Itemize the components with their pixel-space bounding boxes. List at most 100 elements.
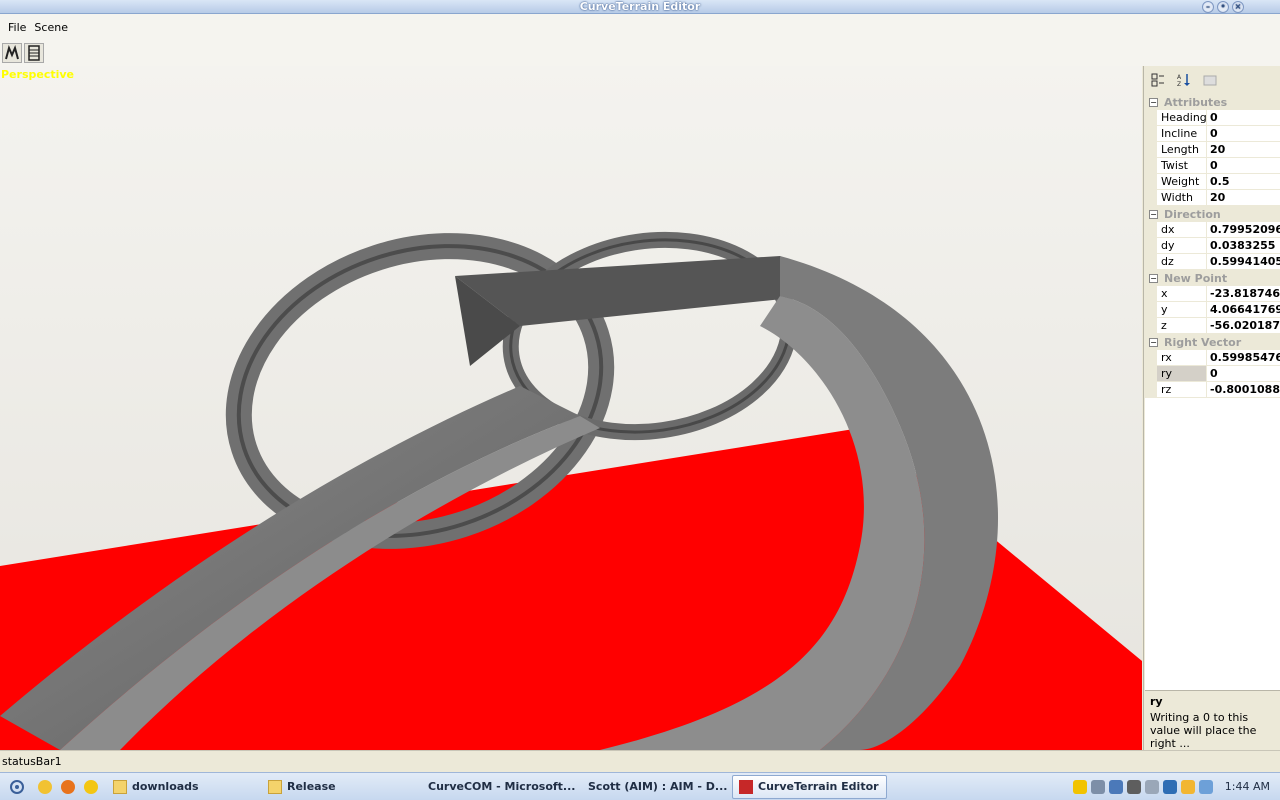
property-row[interactable]: Weight 0.5 (1145, 174, 1280, 190)
property-row[interactable]: x-23.81874664 (1145, 286, 1280, 302)
property-value[interactable]: 20 (1207, 142, 1280, 157)
close-button[interactable]: × (1232, 1, 1244, 13)
property-value[interactable]: 0 (1207, 110, 1280, 125)
phone-icon[interactable] (1162, 779, 1177, 794)
start-icon (10, 779, 24, 794)
property-value[interactable]: 0 (1207, 366, 1280, 381)
taskbar: downloads Release CurveCOM - Microsoft..… (0, 772, 1280, 800)
property-row[interactable]: z-56.02018743 (1145, 318, 1280, 334)
category-direction[interactable]: − Direction (1145, 206, 1280, 222)
menu-file[interactable]: File (4, 21, 30, 34)
categorized-icon (1151, 73, 1164, 87)
track-tool-button[interactable] (24, 43, 44, 63)
messenger-icon[interactable] (1180, 779, 1195, 794)
category-attributes[interactable]: − Attributes (1145, 94, 1280, 110)
categorized-button[interactable] (1148, 70, 1168, 90)
network-icon[interactable] (1108, 779, 1123, 794)
property-name: y (1157, 302, 1207, 317)
property-row[interactable]: Incline 0 (1145, 126, 1280, 142)
property-grid: A Z − Attributes Heading 0 Incline 0 Lengt… (1143, 66, 1280, 750)
property-list: − Attributes Heading 0 Incline 0 Length 20 … (1145, 94, 1280, 690)
property-value[interactable]: 4.066417694 (1207, 302, 1280, 317)
collapse-icon[interactable]: − (1149, 209, 1158, 219)
property-row-selected[interactable]: ry 0 (1145, 366, 1280, 382)
property-name: Weight (1157, 174, 1207, 189)
property-value[interactable]: 0.5 (1207, 174, 1280, 189)
path-tool-icon (5, 45, 19, 60)
alphabetical-button[interactable]: A Z (1174, 70, 1194, 90)
property-row[interactable]: Heading 0 (1145, 110, 1280, 126)
property-pages-icon (1203, 75, 1217, 86)
taskbar-item-release[interactable]: Release (262, 775, 417, 799)
menu-bar: File Scene (0, 14, 1280, 40)
collapse-icon[interactable]: − (1149, 273, 1158, 283)
property-name: Length (1157, 142, 1207, 157)
category-new-point[interactable]: − New Point (1145, 270, 1280, 286)
sound-icon[interactable] (1090, 779, 1105, 794)
track-tool-icon (28, 45, 40, 61)
property-row[interactable]: dz0.5994140553 (1145, 254, 1280, 270)
property-name: rz (1157, 382, 1207, 397)
property-pages-button[interactable] (1200, 70, 1220, 90)
maximize-button[interactable]: • (1217, 1, 1229, 13)
viewport-label: Perspective (1, 68, 75, 81)
property-row[interactable]: Width 20 (1145, 190, 1280, 206)
property-row[interactable]: y4.066417694 (1145, 302, 1280, 318)
safely-remove-icon[interactable] (1198, 779, 1213, 794)
taskbar-item-aim[interactable]: Scott (AIM) : AIM - D... (577, 775, 732, 799)
property-row[interactable]: Length 20 (1145, 142, 1280, 158)
property-name: Heading (1157, 110, 1207, 125)
folder-icon (268, 779, 282, 794)
window-title: CurveTerrain Editor (579, 0, 701, 13)
viewport-3d[interactable]: Perspective (0, 66, 1142, 750)
firefox-icon[interactable] (61, 779, 75, 794)
property-value[interactable]: -0.8001088500 (1207, 382, 1280, 397)
taskbar-item-curvecom[interactable]: CurveCOM - Microsoft... (417, 775, 577, 799)
path-tool-button[interactable] (2, 43, 22, 63)
status-text: statusBar1 (2, 755, 62, 768)
scene-render (0, 231, 1142, 750)
shield-icon[interactable] (1072, 779, 1087, 794)
property-row[interactable]: rx0.5998547673 (1145, 350, 1280, 366)
property-value[interactable]: 0.5994140553 (1207, 254, 1280, 269)
menu-scene[interactable]: Scene (30, 21, 72, 34)
property-value[interactable]: 0 (1207, 126, 1280, 141)
property-row[interactable]: dy 0.0383255 (1145, 238, 1280, 254)
taskbar-item-curveterrain[interactable]: CurveTerrain Editor (732, 774, 887, 799)
property-value[interactable]: 0.7995209697 (1207, 222, 1280, 237)
property-value[interactable]: 0 (1207, 158, 1280, 173)
sort-az-icon: A Z (1177, 74, 1190, 87)
help-icon[interactable] (84, 779, 98, 794)
collapse-icon[interactable]: − (1149, 97, 1158, 107)
property-name: x (1157, 286, 1207, 301)
property-value[interactable]: 0.0383255 (1207, 238, 1280, 253)
property-name: rx (1157, 350, 1207, 365)
property-value[interactable]: 20 (1207, 190, 1280, 205)
start-button[interactable] (0, 775, 34, 799)
property-name: dz (1157, 254, 1207, 269)
clock-icon[interactable] (38, 779, 52, 794)
taskbar-item-downloads[interactable]: downloads (107, 775, 262, 799)
property-name: ry (1157, 366, 1207, 381)
update-icon[interactable] (1144, 779, 1159, 794)
property-row[interactable]: rz-0.8001088500 (1145, 382, 1280, 398)
help-title: ry (1150, 695, 1163, 708)
clock[interactable]: 1:44 AM (1225, 780, 1270, 793)
display-icon[interactable] (1126, 779, 1141, 794)
minimize-button[interactable]: – (1202, 1, 1214, 13)
window-controls: – • × (1202, 1, 1244, 13)
svg-text:A: A (1177, 74, 1182, 81)
category-right-vector[interactable]: − Right Vector (1145, 334, 1280, 350)
collapse-icon[interactable]: − (1149, 337, 1158, 347)
status-bar: statusBar1 (0, 750, 1280, 772)
svg-text:Z: Z (1177, 81, 1181, 87)
property-name: z (1157, 318, 1207, 333)
property-row[interactable]: Twist 0 (1145, 158, 1280, 174)
property-value[interactable]: -23.81874664 (1207, 286, 1280, 301)
property-value[interactable]: -56.02018743 (1207, 318, 1280, 333)
toolbar (0, 40, 1280, 66)
property-row[interactable]: dx0.7995209697 (1145, 222, 1280, 238)
property-value[interactable]: 0.5998547673 (1207, 350, 1280, 365)
help-description: Writing a 0 to this value will place the… (1150, 711, 1257, 750)
property-help-panel: ry Writing a 0 to this value will place … (1145, 690, 1280, 750)
